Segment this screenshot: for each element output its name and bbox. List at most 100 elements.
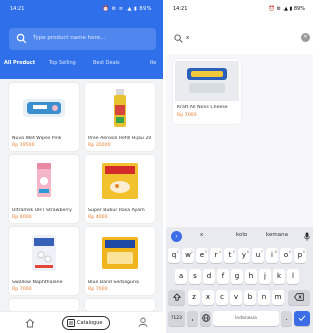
product-image	[87, 157, 153, 207]
key-z[interactable]: z	[188, 290, 200, 305]
search-placeholder: Type product name here...	[33, 35, 106, 41]
catalogue-icon	[67, 319, 75, 327]
search-input[interactable]: Type product name here...	[9, 28, 156, 50]
key-q[interactable]: q1	[168, 248, 180, 263]
key-l[interactable]: l	[287, 269, 299, 284]
product-price: Rp 7000	[177, 113, 197, 118]
key-s[interactable]: s	[189, 269, 201, 284]
key-e[interactable]: e3	[196, 248, 208, 263]
product-price: Rp 35000	[88, 143, 111, 148]
product-name: Super Bubur Rasa Ayam	[88, 208, 145, 213]
key-g[interactable]: g	[231, 269, 243, 284]
key-c[interactable]: c	[216, 290, 228, 305]
comma-key[interactable]: ,	[187, 311, 198, 326]
product-image	[11, 157, 77, 207]
product-card[interactable]	[85, 299, 155, 311]
status-bar: 14:21 ⏰ ⚙ .▲ ▮ 89%	[166, 0, 313, 18]
search-screen: 14:21 ⏰ ⚙ .▲ ▮ 89% x ✕ Kraft All Nons Ch…	[166, 0, 313, 333]
product-image	[87, 85, 153, 135]
key-hint: 0	[302, 250, 305, 254]
product-image	[175, 61, 239, 101]
key-m[interactable]: m	[272, 290, 284, 305]
catalogue-nav-button[interactable]: Catalogue	[62, 316, 110, 330]
backspace-key[interactable]	[288, 290, 310, 305]
microphone-icon[interactable]	[304, 232, 310, 241]
expand-icon[interactable]: ›	[171, 231, 182, 242]
globe-icon	[201, 314, 210, 322]
status-icons: ⏰ ⚙ ≡ .▲ ▮ 89%	[102, 6, 152, 12]
key-label: y	[241, 251, 247, 259]
status-bar: 14:21 ⏰ ⚙ ≡ .▲ ▮ 89%	[0, 0, 163, 18]
key-hint: 4	[218, 250, 221, 254]
catalogue-nav-label: Catalogue	[77, 320, 103, 326]
key-label: p	[297, 251, 303, 259]
search-result-card[interactable]: Kraft All Nons Cheese Rp 7000	[173, 59, 241, 124]
product-card[interactable]: Swallow Naphthalene Rp 7000	[9, 227, 79, 295]
key-f[interactable]: f	[217, 269, 229, 284]
shift-key[interactable]	[168, 290, 185, 305]
key-p[interactable]: p0	[294, 248, 306, 263]
suggestion-1[interactable]: x	[200, 232, 203, 238]
key-d[interactable]: d	[203, 269, 215, 284]
key-j[interactable]: j	[259, 269, 271, 284]
product-card[interactable]: Ifree Aerosol Refill Hijau 20 Rp 35000	[85, 83, 155, 151]
key-u[interactable]: u7	[252, 248, 264, 263]
key-label: t	[228, 251, 232, 259]
enter-key[interactable]	[294, 311, 310, 326]
period-key[interactable]: .	[281, 311, 292, 326]
key-label: e	[199, 251, 205, 259]
key-label: i	[271, 251, 273, 259]
product-card[interactable]: Blue Band Serbaguna Rp 7000	[85, 227, 155, 295]
checkmark-icon	[298, 315, 306, 322]
tab-all-product[interactable]: All Product	[4, 60, 35, 66]
tab-best-deals[interactable]: Best Deals	[93, 60, 120, 66]
product-name: Kraft All Nons Cheese	[177, 105, 228, 110]
search-input[interactable]: x ✕	[166, 18, 313, 54]
key-v[interactable]: v	[230, 290, 242, 305]
home-icon[interactable]	[25, 318, 35, 328]
key-y[interactable]: y6	[238, 248, 250, 263]
product-card[interactable]: Nuvo Wet Wipes Pink Rp 19500	[9, 83, 79, 151]
key-h[interactable]: h	[245, 269, 257, 284]
product-name: Nuvo Wet Wipes Pink	[12, 136, 62, 141]
language-key[interactable]	[200, 311, 211, 326]
status-icons: ⏰ ⚙ .▲ ▮ 89%	[268, 6, 305, 12]
key-r[interactable]: r4	[210, 248, 222, 263]
search-query: x	[186, 35, 190, 41]
key-x[interactable]: x	[202, 290, 214, 305]
tab-more[interactable]: Re	[150, 60, 156, 66]
key-label: o	[283, 251, 289, 259]
key-w[interactable]: w2	[182, 248, 194, 263]
key-label: q	[171, 251, 177, 259]
clear-search-icon[interactable]: ✕	[301, 33, 310, 42]
key-k[interactable]: k	[273, 269, 285, 284]
space-key[interactable]: Indonesia	[213, 311, 279, 326]
product-price: Rp 7000	[88, 287, 108, 292]
suggestion-3[interactable]: kemana	[266, 232, 288, 238]
key-a[interactable]: a	[175, 269, 187, 284]
key-n[interactable]: n	[258, 290, 270, 305]
symbols-key[interactable]: ?123	[168, 311, 185, 326]
product-name: Swallow Naphthalene	[12, 280, 63, 285]
key-o[interactable]: o9	[280, 248, 292, 263]
key-hint: 1	[176, 250, 179, 254]
key-i[interactable]: i8	[266, 248, 278, 263]
key-t[interactable]: t5	[224, 248, 236, 263]
key-hint: 9	[288, 250, 291, 254]
user-icon[interactable]	[138, 317, 148, 328]
key-label: u	[255, 251, 261, 259]
suggestion-bar: › x kolo kemana	[166, 227, 313, 246]
product-image	[11, 229, 77, 279]
product-price: Rp 6000	[12, 215, 32, 220]
suggestion-2[interactable]: kolo	[236, 232, 247, 238]
shift-icon	[172, 293, 181, 301]
backspace-icon	[294, 293, 304, 301]
product-card[interactable]: Super Bubur Rasa Ayam Rp 4000	[85, 155, 155, 223]
key-hint: 5	[232, 250, 235, 254]
key-b[interactable]: b	[244, 290, 256, 305]
tab-top-selling[interactable]: Top Selling	[49, 60, 76, 66]
product-card[interactable]: Ultramilk UHT Strawberry Rp 6000	[9, 155, 79, 223]
product-card[interactable]	[9, 299, 79, 311]
search-icon	[16, 33, 27, 44]
catalogue-header: 14:21 ⏰ ⚙ ≡ .▲ ▮ 89% Type product name h…	[0, 0, 163, 79]
